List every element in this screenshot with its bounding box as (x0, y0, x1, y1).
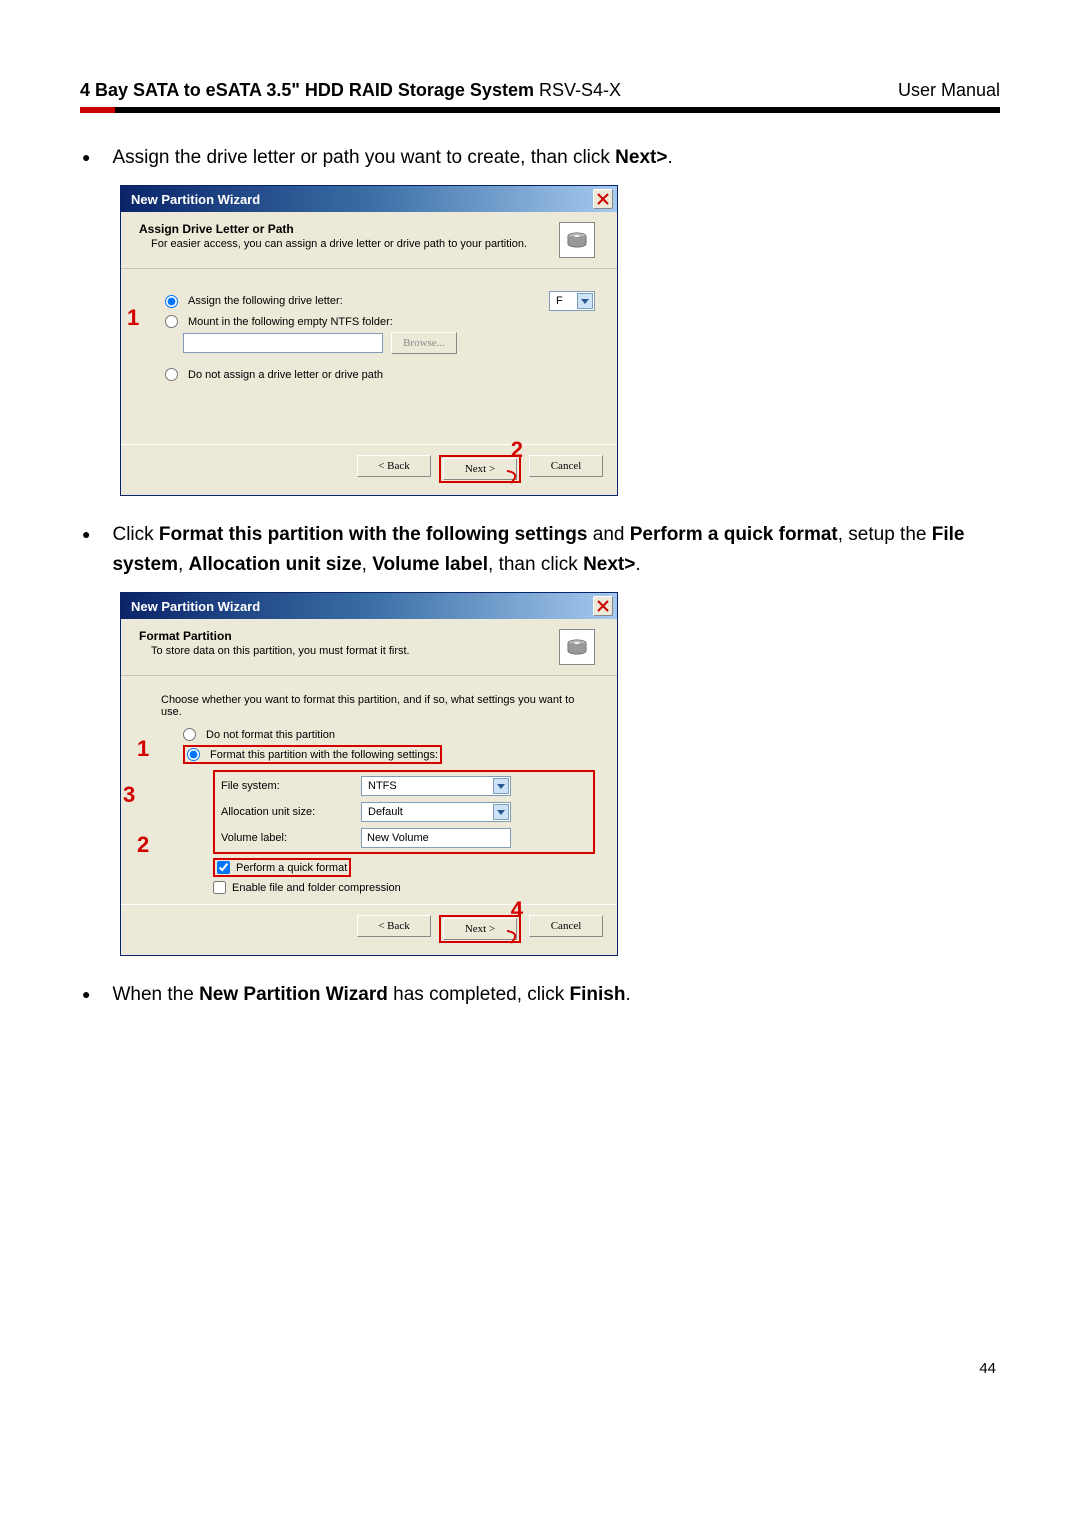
dialog-titlebar: New Partition Wizard (121, 593, 617, 619)
radio-no-assign[interactable] (165, 368, 178, 381)
folder-path-input[interactable] (183, 333, 383, 353)
chevron-down-icon (493, 778, 509, 794)
dialog-heading: Assign Drive Letter or Path (139, 222, 527, 236)
file-system-select[interactable]: NTFS (361, 776, 511, 796)
chevron-down-icon (577, 293, 593, 309)
radio-no-format[interactable] (183, 728, 196, 741)
radio-mount-folder-label: Mount in the following empty NTFS folder… (188, 316, 393, 328)
annotation-3: 3 (123, 782, 135, 808)
dialog-title: New Partition Wizard (131, 599, 260, 614)
next-button[interactable]: Next > (443, 918, 517, 940)
new-partition-wizard-dialog-1: New Partition Wizard Assign Drive Letter… (120, 185, 618, 496)
annotation-1: 1 (127, 305, 139, 331)
annotation-2: 2 (137, 832, 149, 858)
instruction-3: When the New Partition Wizard has comple… (112, 980, 630, 1010)
dialog-subheading: For easier access, you can assign a driv… (151, 238, 527, 250)
back-button[interactable]: < Back (357, 455, 431, 477)
annotation-1: 1 (137, 736, 149, 762)
annotation-4: 4 (511, 897, 523, 923)
page-number: 44 (80, 1360, 1000, 1377)
checkbox-quick-format[interactable] (217, 861, 230, 874)
disk-icon (559, 629, 595, 665)
product-title-bold: 4 Bay SATA to eSATA 3.5" HDD RAID Storag… (80, 80, 534, 100)
allocation-unit-label: Allocation unit size: (221, 806, 361, 818)
instruction-1: Assign the drive letter or path you want… (112, 143, 672, 173)
next-button[interactable]: Next > (443, 458, 517, 480)
file-system-label: File system: (221, 780, 361, 792)
radio-assign-letter-label: Assign the following drive letter: (188, 295, 343, 307)
allocation-unit-select[interactable]: Default (361, 802, 511, 822)
back-button[interactable]: < Back (357, 915, 431, 937)
close-button[interactable] (593, 189, 613, 209)
format-prompt: Choose whether you want to format this p… (161, 694, 595, 718)
chevron-down-icon (493, 804, 509, 820)
cancel-button[interactable]: Cancel (529, 915, 603, 937)
volume-label-label: Volume label: (221, 832, 361, 844)
cancel-button[interactable]: Cancel (529, 455, 603, 477)
new-partition-wizard-dialog-2: New Partition Wizard Format Partition To… (120, 592, 618, 956)
dialog-titlebar: New Partition Wizard (121, 186, 617, 212)
manual-label: User Manual (898, 80, 1000, 101)
close-icon (596, 192, 610, 206)
page-header: 4 Bay SATA to eSATA 3.5" HDD RAID Storag… (80, 80, 1000, 101)
instruction-2: Click Format this partition with the fol… (112, 520, 1000, 580)
radio-mount-folder[interactable] (165, 315, 178, 328)
radio-format-settings[interactable] (187, 748, 200, 761)
product-model: RSV-S4-X (534, 80, 621, 100)
browse-button[interactable]: Browse... (391, 332, 457, 354)
volume-label-input[interactable] (361, 828, 511, 848)
close-icon (596, 599, 610, 613)
dialog-subheading: To store data on this partition, you mus… (151, 645, 410, 657)
radio-format-settings-label: Format this partition with the following… (210, 749, 438, 761)
checkbox-compression[interactable] (213, 881, 226, 894)
disk-icon (559, 222, 595, 258)
dialog-heading: Format Partition (139, 629, 410, 643)
dialog-title: New Partition Wizard (131, 192, 260, 207)
radio-assign-letter[interactable] (165, 295, 178, 308)
radio-no-format-label: Do not format this partition (206, 729, 335, 741)
quick-format-label: Perform a quick format (236, 862, 347, 874)
header-rule (80, 107, 1000, 113)
radio-no-assign-label: Do not assign a drive letter or drive pa… (188, 369, 383, 381)
product-title: 4 Bay SATA to eSATA 3.5" HDD RAID Storag… (80, 80, 621, 101)
drive-letter-select[interactable]: F (549, 291, 595, 311)
annotation-2: 2 (511, 437, 523, 463)
compression-label: Enable file and folder compression (232, 882, 401, 894)
close-button[interactable] (593, 596, 613, 616)
